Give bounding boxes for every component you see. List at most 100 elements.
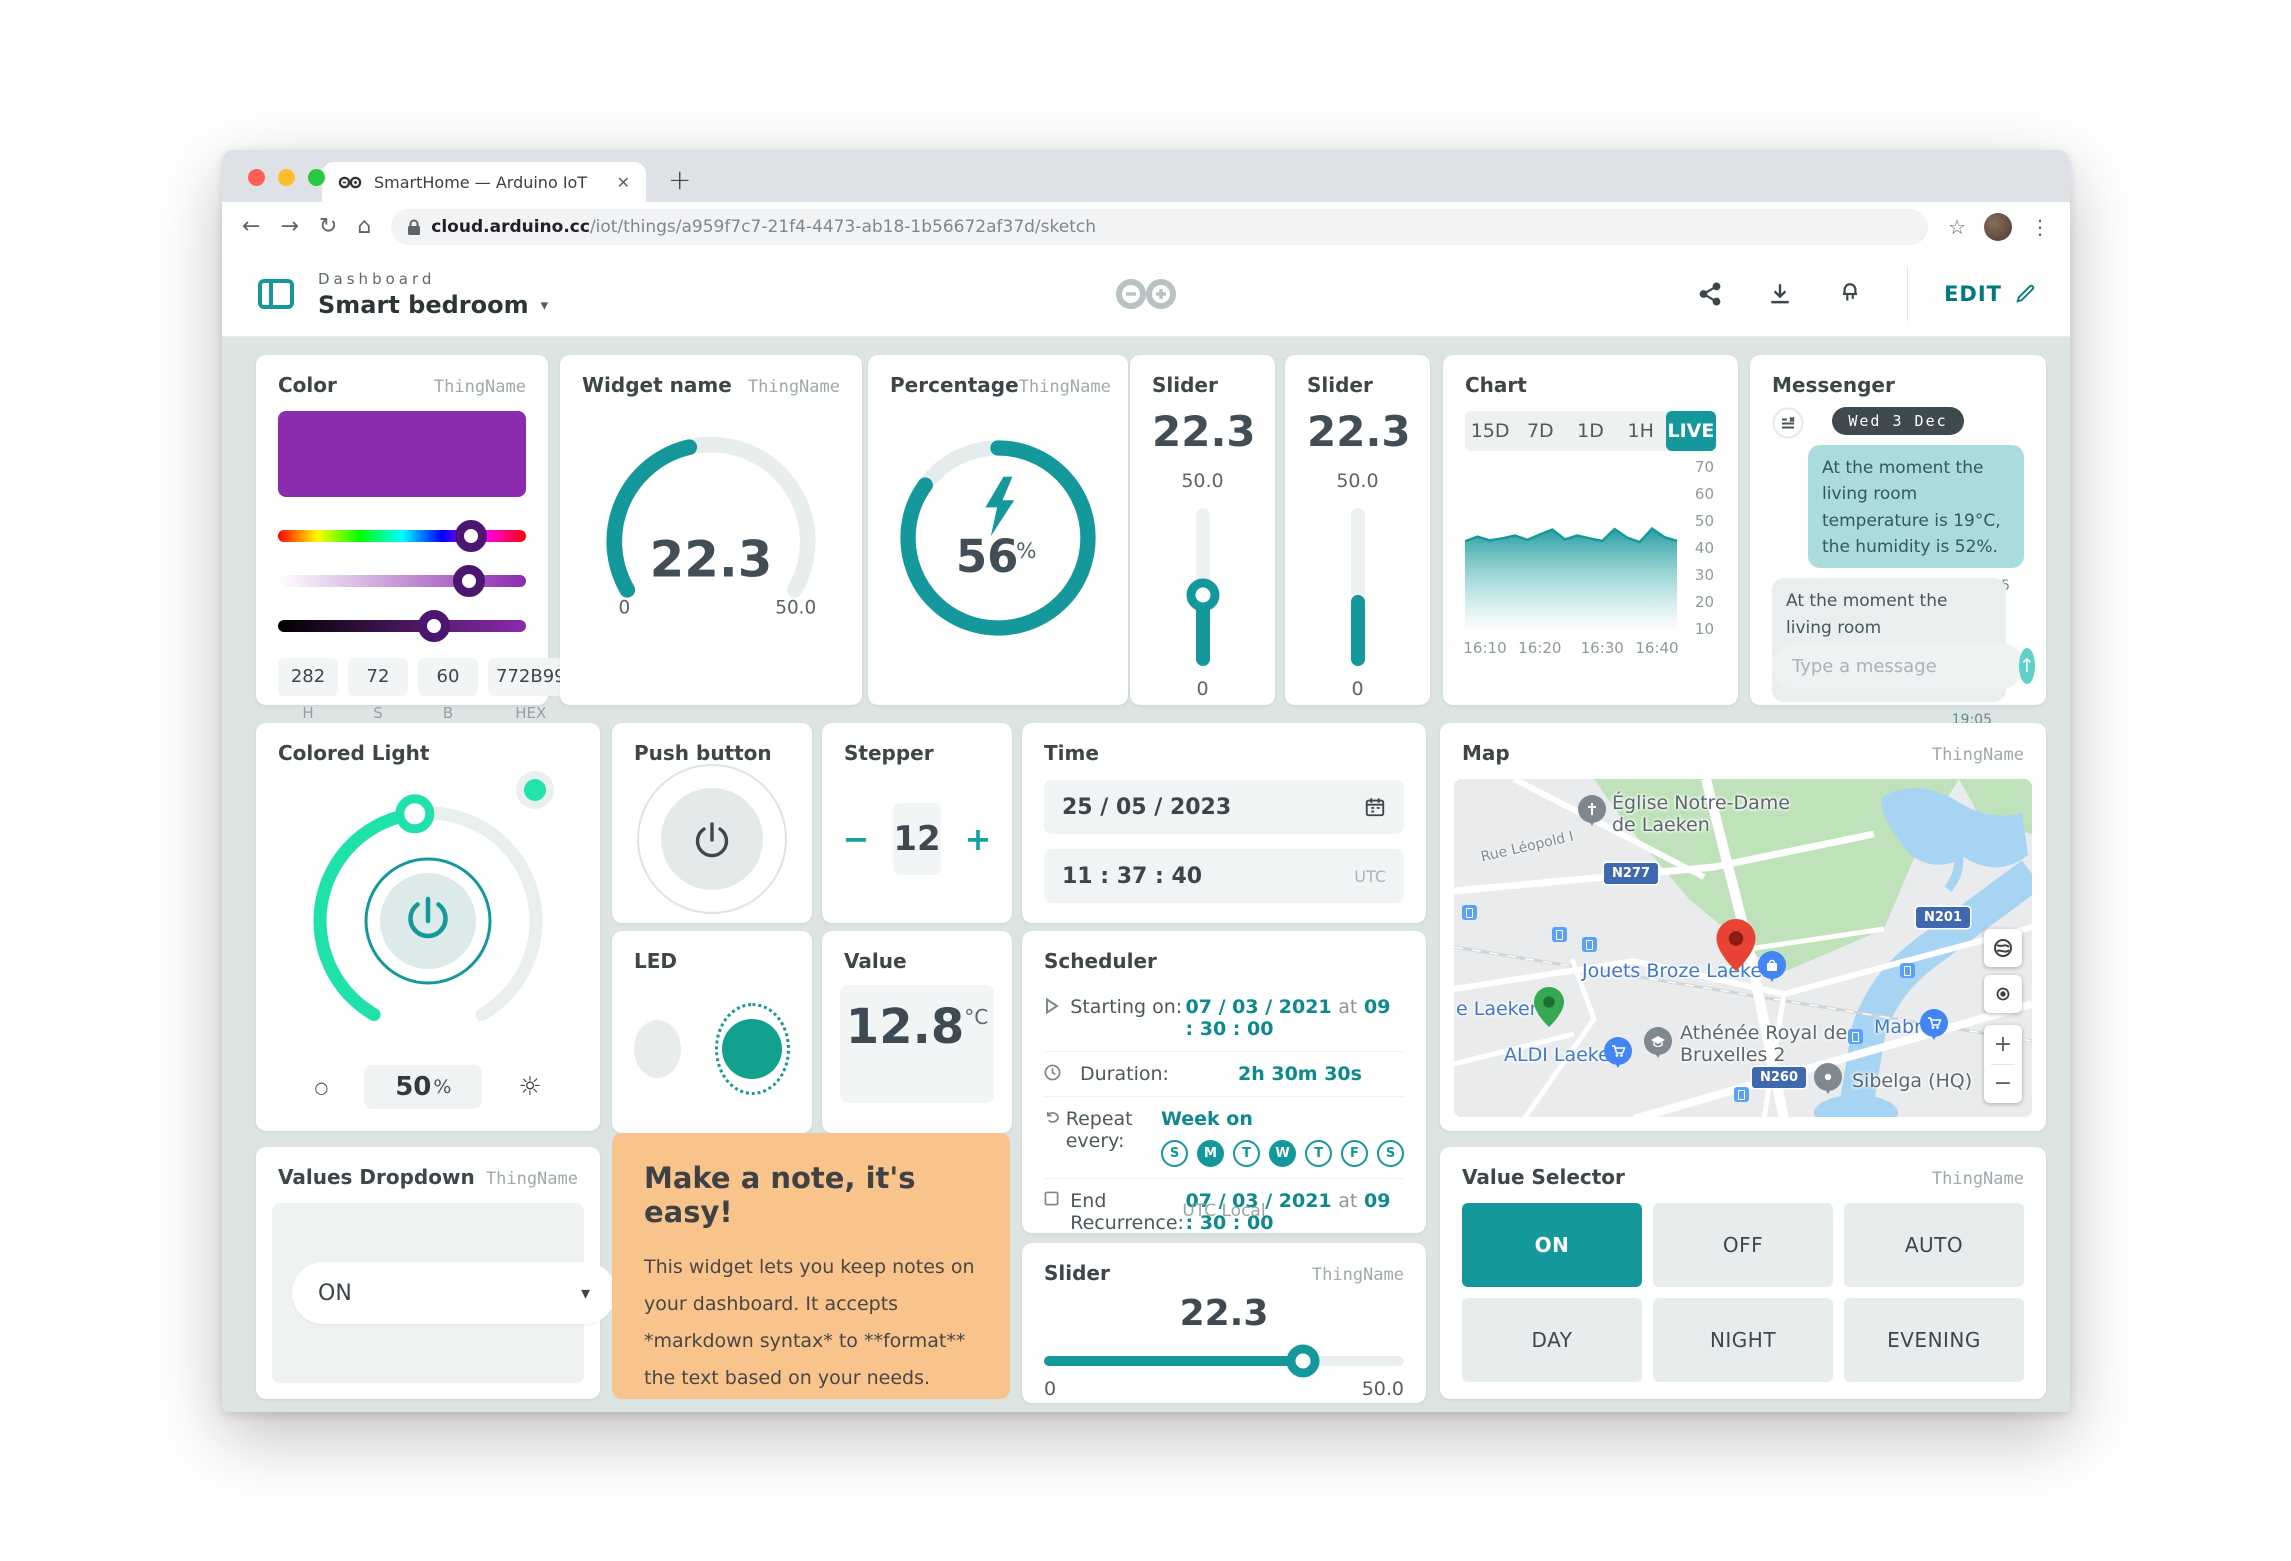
back-icon[interactable]: ← xyxy=(242,216,260,238)
widget-title: Map xyxy=(1462,741,1510,765)
thing-name: ThingName xyxy=(1932,1169,2024,1189)
day-saturday[interactable]: S xyxy=(1377,1140,1404,1167)
scheduler-row-repeat[interactable]: Repeat every: Week on S M T W T F S xyxy=(1044,1097,1404,1179)
saturation-slider[interactable] xyxy=(278,575,526,587)
saturation-slider-thumb[interactable] xyxy=(453,565,485,597)
widget-title: LED xyxy=(634,949,677,973)
selector-option-off[interactable]: OFF xyxy=(1653,1203,1833,1287)
share-icon[interactable] xyxy=(1697,281,1723,307)
hue-value-field[interactable]: 282 xyxy=(278,658,338,696)
day-sunday[interactable]: S xyxy=(1161,1140,1188,1167)
slider-track[interactable] xyxy=(1351,508,1365,666)
slider-knob[interactable] xyxy=(1287,1345,1320,1378)
slider-track[interactable] xyxy=(1196,508,1210,666)
home-icon[interactable]: ⌂ xyxy=(357,216,371,238)
sidebar-toggle-icon[interactable] xyxy=(256,274,296,314)
tab-1d[interactable]: 1D xyxy=(1565,411,1615,451)
dashboard-name-dropdown[interactable]: Smart bedroom ▾ xyxy=(318,291,548,319)
day-friday[interactable]: F xyxy=(1341,1140,1368,1167)
edit-button[interactable]: EDIT xyxy=(1944,282,2036,306)
tab-15d[interactable]: 15D xyxy=(1465,411,1515,451)
push-button[interactable] xyxy=(661,788,763,890)
message-input[interactable] xyxy=(1790,655,2019,678)
forward-icon[interactable]: → xyxy=(280,216,298,238)
minimize-window-button[interactable] xyxy=(278,169,295,186)
tram-stop-icon[interactable] xyxy=(1462,905,1477,920)
widget-colored-light: Colored Light ○ 50% ☼ xyxy=(256,723,600,1131)
hue-slider-thumb[interactable] xyxy=(455,520,487,552)
maximize-window-button[interactable] xyxy=(308,169,325,186)
slider-knob[interactable] xyxy=(1186,578,1219,611)
stepper-decrement-button[interactable]: − xyxy=(843,820,870,858)
selector-option-day[interactable]: DAY xyxy=(1462,1298,1642,1382)
calendar-icon[interactable] xyxy=(1364,796,1386,818)
map-poi-shop-icon[interactable] xyxy=(1758,951,1786,979)
brightness-slider[interactable] xyxy=(278,620,526,632)
tram-stop-icon[interactable] xyxy=(1582,937,1597,952)
sun-icon[interactable]: ☼ xyxy=(518,1072,541,1102)
address-bar[interactable]: cloud.arduino.cc/iot/things/a959f7c7-21f… xyxy=(391,209,1928,245)
tram-stop-icon[interactable] xyxy=(1900,963,1915,978)
selector-option-evening[interactable]: EVENING xyxy=(1844,1298,2024,1382)
selector-option-on[interactable]: ON xyxy=(1462,1203,1642,1287)
hue-slider[interactable] xyxy=(278,530,526,542)
percentage-ring: 56 % xyxy=(890,415,1106,661)
new-tab-button[interactable]: + xyxy=(668,163,691,196)
led-status-icon[interactable] xyxy=(1837,281,1863,307)
map-poi-aldi-icon[interactable] xyxy=(1604,1037,1632,1065)
profile-avatar[interactable] xyxy=(1984,213,2012,241)
map-poi-church-icon[interactable] xyxy=(1578,795,1606,823)
tab-7d[interactable]: 7D xyxy=(1515,411,1565,451)
selector-option-auto[interactable]: AUTO xyxy=(1844,1203,2024,1287)
stepper-increment-button[interactable]: + xyxy=(965,820,992,858)
slider-track[interactable] xyxy=(1044,1356,1404,1366)
day-tuesday[interactable]: T xyxy=(1233,1140,1260,1167)
lightning-bolt-icon xyxy=(985,477,1014,536)
map-pin-red[interactable] xyxy=(1716,919,1756,971)
day-wednesday[interactable]: W xyxy=(1269,1140,1296,1167)
brightness-value-field[interactable]: 60 xyxy=(418,658,478,696)
day-monday[interactable]: M xyxy=(1197,1140,1224,1167)
widget-messenger: Messenger Wed 3 Dec At the moment the li… xyxy=(1750,355,2046,705)
day-thursday[interactable]: T xyxy=(1305,1140,1332,1167)
download-icon[interactable] xyxy=(1767,281,1793,307)
tab-close-icon[interactable]: ✕ xyxy=(617,173,630,192)
tab-live[interactable]: LIVE xyxy=(1666,411,1716,451)
map-poi-school-icon[interactable] xyxy=(1644,1027,1672,1055)
url-text: cloud.arduino.cc/iot/things/a959f7c7-21f… xyxy=(431,217,1096,237)
scheduler-timezone[interactable]: UTC Local xyxy=(1022,1201,1426,1221)
brightness-slider-thumb[interactable] xyxy=(418,610,450,642)
scheduler-row-start[interactable]: Starting on: 07 / 03 / 2021 at 09 : 30 :… xyxy=(1044,985,1404,1052)
browser-tab[interactable]: SmartHome — Arduino IoT ✕ xyxy=(322,162,646,202)
dropdown-select[interactable]: ON ▾ xyxy=(292,1262,616,1324)
map-poi-sibelga-icon[interactable] xyxy=(1814,1063,1842,1091)
percentage-unit: % xyxy=(1016,539,1037,564)
dim-icon[interactable]: ○ xyxy=(314,1078,328,1097)
map-pin-green[interactable] xyxy=(1534,987,1564,1027)
zoom-in-button[interactable]: + xyxy=(1984,1025,2022,1064)
widget-title: Stepper xyxy=(844,741,934,765)
map-poi-mabru-icon[interactable] xyxy=(1920,1009,1948,1037)
time-picker-row[interactable]: 11 : 37 : 40 UTC xyxy=(1044,849,1404,903)
saturation-value-field[interactable]: 72 xyxy=(348,658,408,696)
dial-knob[interactable] xyxy=(400,799,430,829)
close-window-button[interactable] xyxy=(248,169,265,186)
date-picker-row[interactable]: 25 / 05 / 2023 xyxy=(1044,780,1404,834)
tab-1h[interactable]: 1H xyxy=(1616,411,1666,451)
tram-stop-icon[interactable] xyxy=(1734,1087,1749,1102)
zoom-out-button[interactable]: − xyxy=(1984,1065,2022,1104)
bookmark-star-icon[interactable]: ☆ xyxy=(1948,215,1966,239)
led-on-ring xyxy=(715,1003,790,1095)
tram-stop-icon[interactable] xyxy=(1552,927,1567,942)
browser-menu-icon[interactable]: ⋮ xyxy=(2030,215,2050,239)
tram-stop-icon[interactable] xyxy=(1848,1029,1863,1044)
send-message-button[interactable]: ↑ xyxy=(2019,648,2035,684)
scheduler-row-duration[interactable]: Duration: 2h 30m 30s xyxy=(1044,1052,1404,1097)
map-canvas[interactable]: Église Notre-Dame de Laeken Rue Léopold … xyxy=(1454,779,2032,1117)
transcript-icon[interactable] xyxy=(1772,407,1804,439)
light-dial[interactable] xyxy=(293,781,563,1063)
map-layers-button[interactable] xyxy=(1984,929,2022,967)
selector-option-night[interactable]: NIGHT xyxy=(1653,1298,1833,1382)
reload-icon[interactable]: ↻ xyxy=(319,216,337,238)
map-locate-button[interactable] xyxy=(1984,975,2022,1013)
